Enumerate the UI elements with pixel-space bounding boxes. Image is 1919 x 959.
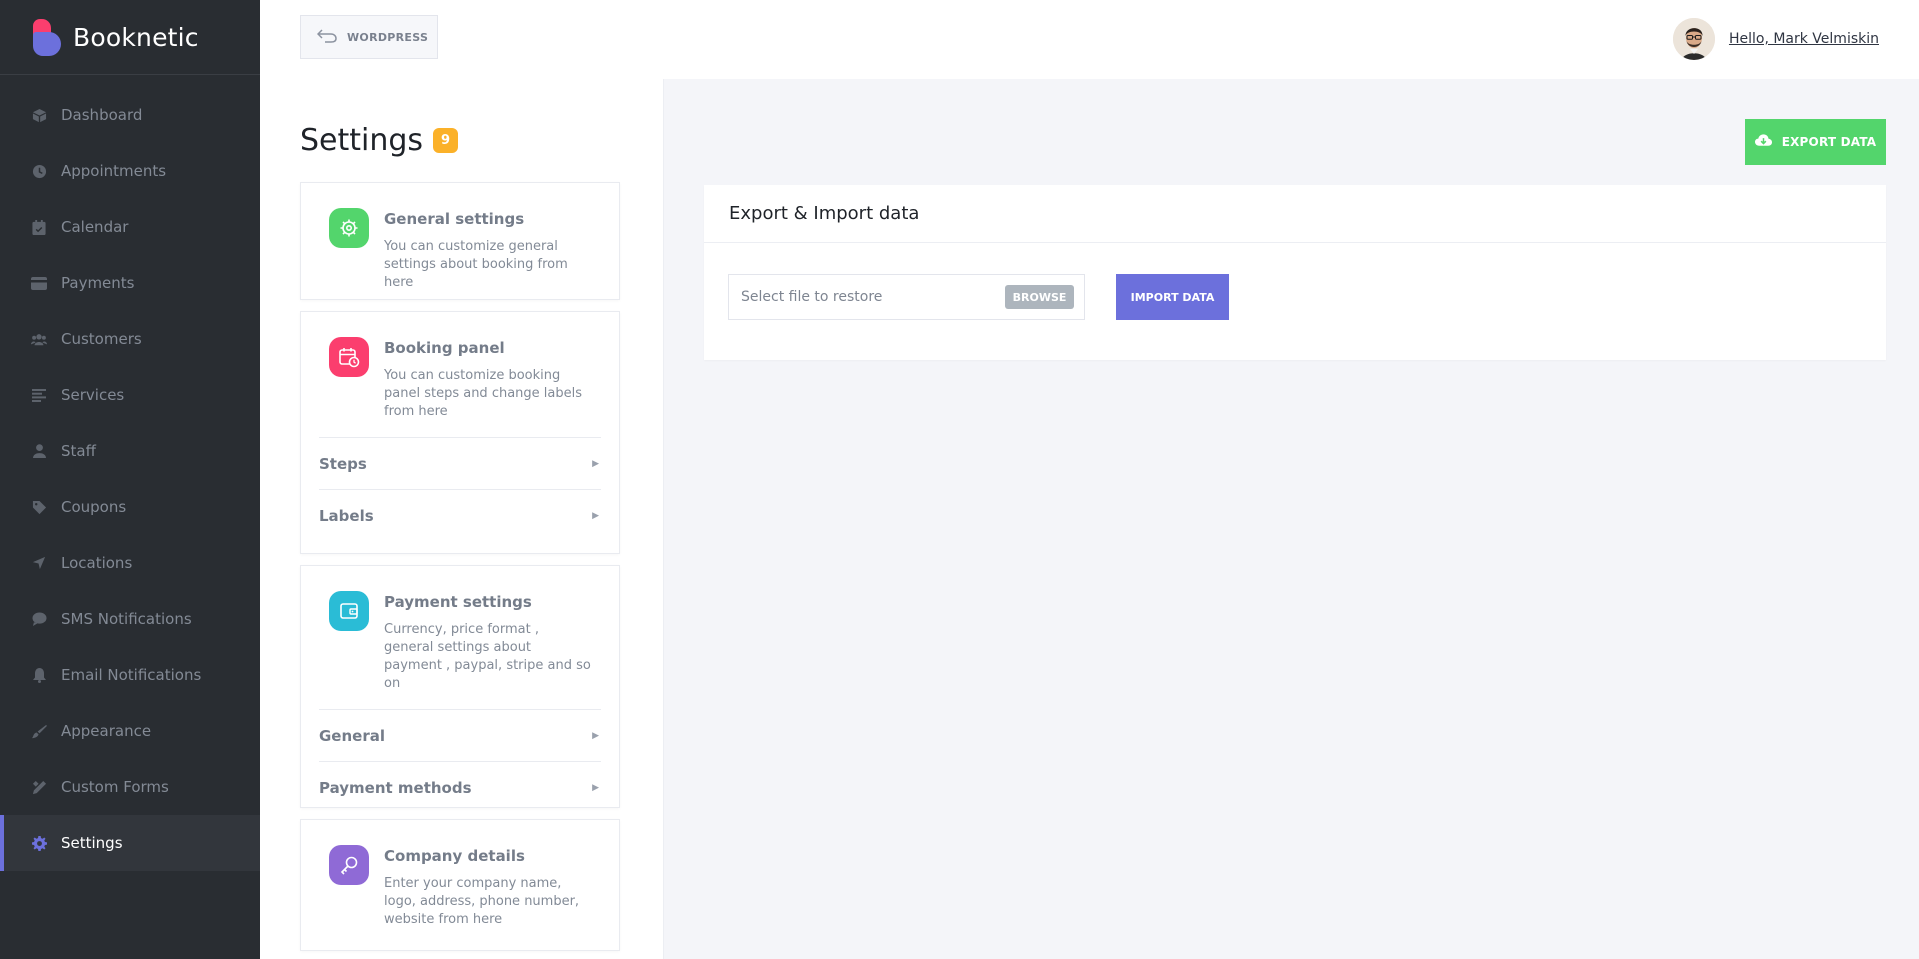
sidebar-item-services[interactable]: Services <box>0 367 260 423</box>
user-greeting[interactable]: Hello, Mark Velmiskin <box>1729 31 1879 47</box>
settings-menu-column: Settings 9 General settings You can cust… <box>260 79 664 959</box>
caret-right-icon: ▶ <box>592 510 599 521</box>
sidebar-item-custom-forms[interactable]: Custom Forms <box>0 759 260 815</box>
sidebar-item-label: Settings <box>61 834 123 852</box>
sidebar-item-label: Dashboard <box>61 106 143 124</box>
sidebar-item-label: Locations <box>61 554 133 572</box>
sub-item-general[interactable]: General ▶ <box>319 709 601 761</box>
sub-item-steps[interactable]: Steps ▶ <box>319 437 601 489</box>
payment-sublist: General ▶ Payment methods ▶ <box>319 709 601 813</box>
sidebar-item-calendar[interactable]: Calendar <box>0 199 260 255</box>
user-icon <box>31 443 47 459</box>
sub-item-label: Steps <box>319 454 367 473</box>
settings-title-row: Settings 9 <box>300 123 459 158</box>
wordpress-button[interactable]: WORDPRESS <box>300 15 438 59</box>
card-title[interactable]: Booking panel <box>384 339 591 357</box>
settings-card-booking-panel[interactable]: Booking panel You can customize booking … <box>300 311 620 554</box>
sidebar-item-label: Customers <box>61 330 142 348</box>
card-title[interactable]: General settings <box>384 210 591 228</box>
key-icon[interactable] <box>329 845 369 885</box>
list-icon <box>31 387 47 403</box>
settings-card-payment[interactable]: Payment settings Currency, price format … <box>300 565 620 808</box>
clock-icon <box>31 163 47 179</box>
calendar-clock-icon[interactable] <box>329 337 369 377</box>
sub-item-label: General <box>319 726 385 745</box>
booking-panel-sublist: Steps ▶ Labels ▶ <box>319 437 601 541</box>
export-label: EXPORT DATA <box>1781 135 1877 149</box>
import-data-button[interactable]: IMPORT DATA <box>1116 274 1229 320</box>
card-description: You can customize general settings about… <box>384 239 568 290</box>
sidebar-item-label: Custom Forms <box>61 778 169 796</box>
caret-right-icon: ▶ <box>592 458 599 469</box>
export-data-button[interactable]: EXPORT DATA <box>1745 119 1886 165</box>
brand[interactable]: Booknetic <box>0 0 260 75</box>
sidebar-item-sms-notifications[interactable]: SMS Notifications <box>0 591 260 647</box>
settings-count-badge: 9 <box>433 128 459 153</box>
caret-right-icon: ▶ <box>592 782 599 793</box>
card-description: Enter your company name, logo, address, … <box>384 876 580 927</box>
tag-icon <box>31 499 47 515</box>
credit-card-icon <box>31 275 47 291</box>
file-placeholder: Select file to restore <box>741 289 883 305</box>
sidebar-item-label: Services <box>61 386 125 404</box>
panel-title: Export & Import data <box>704 185 1886 243</box>
sidebar-item-label: Appointments <box>61 162 167 180</box>
brush-icon <box>31 723 47 739</box>
sidebar-item-label: Staff <box>61 442 96 460</box>
user-menu[interactable]: Hello, Mark Velmiskin <box>1672 18 1879 60</box>
sidebar-item-appointments[interactable]: Appointments <box>0 143 260 199</box>
card-description: You can customize booking panel steps an… <box>384 368 583 419</box>
sidebar-item-settings[interactable]: Settings <box>0 815 260 871</box>
sidebar: Booknetic Dashboard Appointments Calenda… <box>0 0 260 959</box>
location-arrow-icon <box>31 555 47 571</box>
users-icon <box>31 331 47 347</box>
sidebar-item-label: Calendar <box>61 218 129 236</box>
browse-button[interactable]: BROWSE <box>1005 285 1074 309</box>
card-title[interactable]: Company details <box>384 847 591 865</box>
cloud-download-icon <box>1754 134 1772 150</box>
booknetic-logo <box>31 18 61 56</box>
avatar[interactable] <box>1672 18 1715 60</box>
sidebar-item-label: SMS Notifications <box>61 610 192 628</box>
sub-item-payment-methods[interactable]: Payment methods ▶ <box>319 761 601 813</box>
wordpress-label: WORDPRESS <box>347 30 429 44</box>
page-title: Settings <box>300 123 424 158</box>
sidebar-item-label: Appearance <box>61 722 152 740</box>
sidebar-item-label: Coupons <box>61 498 127 516</box>
pen-ruler-icon <box>31 779 47 795</box>
sub-item-labels[interactable]: Labels ▶ <box>319 489 601 541</box>
sidebar-item-payments[interactable]: Payments <box>0 255 260 311</box>
sidebar-item-appearance[interactable]: Appearance <box>0 703 260 759</box>
caret-right-icon: ▶ <box>592 730 599 741</box>
sidebar-item-email-notifications[interactable]: Email Notifications <box>0 647 260 703</box>
bell-icon <box>31 667 47 683</box>
sub-item-label: Payment methods <box>319 778 472 797</box>
sidebar-item-coupons[interactable]: Coupons <box>0 479 260 535</box>
calendar-icon <box>31 219 47 235</box>
sidebar-item-label: Email Notifications <box>61 666 202 684</box>
brand-name: Booknetic <box>73 22 199 52</box>
sidebar-item-locations[interactable]: Locations <box>0 535 260 591</box>
top-header: WORDPRESS Hello, Mark Velmiskin <box>260 0 1919 79</box>
settings-card-company[interactable]: Company details Enter your company name,… <box>300 819 620 951</box>
sidebar-item-staff[interactable]: Staff <box>0 423 260 479</box>
sidebar-item-dashboard[interactable]: Dashboard <box>0 87 260 143</box>
gear-icon[interactable] <box>329 208 369 248</box>
export-import-panel: Export & Import data Select file to rest… <box>704 185 1886 360</box>
return-arrow-icon <box>316 28 337 46</box>
sidebar-item-label: Payments <box>61 274 135 292</box>
sidebar-nav: Dashboard Appointments Calendar Payments… <box>0 87 260 871</box>
card-title[interactable]: Payment settings <box>384 593 591 611</box>
card-description: Currency, price format , general setting… <box>384 622 591 691</box>
wallet-icon[interactable] <box>329 591 369 631</box>
settings-card-general[interactable]: General settings You can customize gener… <box>300 182 620 300</box>
sidebar-item-customers[interactable]: Customers <box>0 311 260 367</box>
sub-item-label: Labels <box>319 506 374 525</box>
gear-icon <box>31 835 47 851</box>
chat-bubble-icon <box>31 611 47 627</box>
cube-icon <box>31 107 47 123</box>
restore-file-input[interactable]: Select file to restore BROWSE <box>728 274 1085 320</box>
